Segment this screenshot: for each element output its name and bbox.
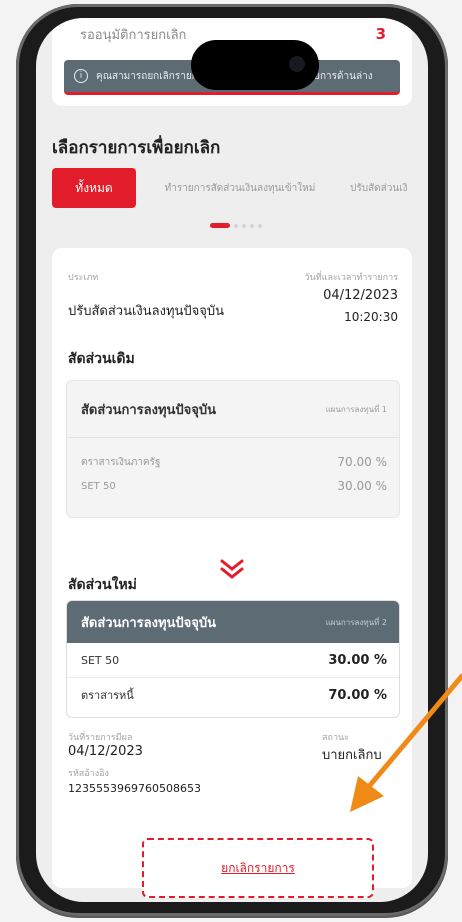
new-allocation-heading: สัดส่วนการลงทุนปัจจุบัน — [81, 615, 217, 631]
status-value: บายกเลิกบ — [322, 748, 382, 763]
page-indicator — [210, 223, 262, 228]
page-dot — [234, 223, 238, 228]
old-allocation-header: สัดส่วนการลงทุนปัจจุบัน แผนการลงทุนที่ 1 — [67, 381, 399, 438]
new-plan-label: แผนการลงทุนที่ 2 — [325, 617, 387, 627]
filter-chips: ทั้งหมด ทำรายการสัดส่วนเงินลงทุนเข้าใหม่… — [52, 168, 428, 208]
allocation-row: ตราสารหนี้ 70.00 % — [67, 678, 399, 712]
phone-frame: รออนุมัติการยกเลิก 3 i คุณสามารถยกเลิกรา… — [16, 4, 448, 916]
old-plan-label: แผนการลงทุนที่ 1 — [325, 404, 387, 414]
allocation-row: SET 50 30.00 % — [67, 643, 399, 678]
datetime-label: วันที่และเวลาทำรายการ — [304, 273, 398, 283]
transaction-date: 04/12/2023 — [323, 288, 398, 303]
fund-percent: 30.00 % — [337, 479, 387, 493]
info-icon: i — [74, 69, 88, 83]
new-allocation-title: สัดส่วนใหม่ — [68, 577, 137, 593]
transaction-time: 10:20:30 — [344, 310, 398, 324]
status-label: สถานะ — [322, 733, 349, 743]
section-title: เลือกรายการเพื่อยกเลิก — [52, 138, 221, 158]
allocation-row: ตราสารเงินภาครัฐ 70.00 % — [67, 450, 399, 474]
chip-adjust-allocation[interactable]: ปรับสัดส่วนเงิ — [350, 168, 428, 208]
chip-new-allocation[interactable]: ทำรายการสัดส่วนเงินลงทุนเข้าใหม่ — [144, 168, 336, 208]
new-allocation-header: สัดส่วนการลงทุนปัจจุบัน แผนการลงทุนที่ 2 — [67, 601, 399, 643]
type-label: ประเภท — [68, 273, 99, 283]
fund-name: SET 50 — [81, 653, 120, 667]
fund-percent: 30.00 % — [328, 652, 387, 668]
old-allocation-title: สัดส่วนเดิม — [68, 351, 135, 367]
fund-percent: 70.00 % — [328, 687, 387, 703]
summary-label: รออนุมัติการยกเลิก — [80, 27, 187, 43]
new-allocation-box: สัดส่วนการลงทุนปัจจุบัน แผนการลงทุนที่ 2… — [66, 600, 400, 718]
chip-all[interactable]: ทั้งหมด — [52, 168, 136, 208]
cancel-transaction-button[interactable]: ยกเลิกรายการ — [142, 838, 374, 898]
app-screen: รออนุมัติการยกเลิก 3 i คุณสามารถยกเลิกรา… — [36, 18, 428, 902]
type-value: ปรับสัดส่วนเงินลงทุนปัจจุบัน — [68, 304, 225, 319]
chevron-down-icon — [220, 559, 244, 579]
reference-label: รหัสอ้างอิง — [68, 769, 109, 779]
dynamic-island — [191, 40, 319, 90]
page-dot-active — [210, 223, 230, 228]
page-dot — [250, 223, 254, 228]
camera-icon — [289, 56, 305, 72]
fund-name: ตราสารเงินภาครัฐ — [81, 456, 161, 468]
page-dot — [242, 223, 246, 228]
allocation-row: SET 50 30.00 % — [67, 474, 399, 498]
effective-date-label: วันที่รายการมีผล — [68, 733, 133, 743]
fund-name: SET 50 — [81, 480, 116, 492]
old-allocation-box: สัดส่วนการลงทุนปัจจุบัน แผนการลงทุนที่ 1… — [66, 380, 400, 518]
fund-percent: 70.00 % — [337, 455, 387, 469]
fund-name: ตราสารหนี้ — [81, 689, 134, 702]
transaction-detail-card: ประเภท วันที่และเวลาทำรายการ ปรับสัดส่วน… — [52, 248, 412, 898]
summary-count: 3 — [375, 25, 386, 43]
old-allocation-heading: สัดส่วนการลงทุนปัจจุบัน — [81, 402, 217, 418]
reference-value: 1235553969760508653 — [68, 782, 201, 795]
page-dot — [258, 223, 262, 228]
effective-date: 04/12/2023 — [68, 744, 143, 759]
